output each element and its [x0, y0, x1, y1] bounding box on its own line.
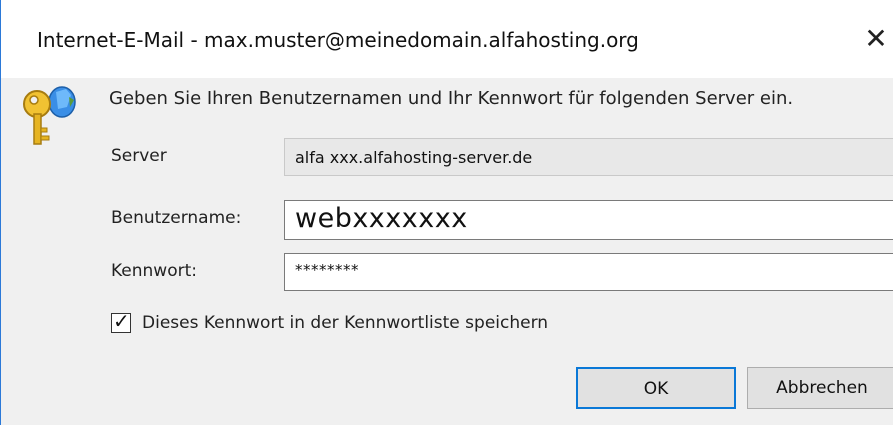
username-value: webxxxxxxx [295, 203, 468, 234]
password-field[interactable]: ******** [284, 253, 893, 291]
checkmark-icon: ✓ [113, 309, 130, 333]
server-value: alfa xxx.alfahosting-server.de [295, 148, 533, 167]
server-label: Server [111, 146, 167, 166]
remember-password-label[interactable]: Dieses Kennwort in der Kennwortliste spe… [142, 313, 548, 333]
key-icon [23, 86, 76, 145]
close-icon[interactable]: ✕ [856, 18, 893, 60]
credential-dialog: Internet-E-Mail - max.muster@meinedomain… [0, 0, 893, 425]
username-field[interactable]: webxxxxxxx [284, 200, 893, 240]
remember-password-checkbox[interactable]: ✓ [111, 309, 131, 333]
password-value: ******** [295, 261, 359, 279]
cancel-button[interactable]: Abbrechen [747, 367, 893, 409]
title-bar[interactable]: Internet-E-Mail - max.muster@meinedomain… [1, 0, 893, 78]
server-field: alfa xxx.alfahosting-server.de [284, 138, 893, 176]
prompt-text: Geben Sie Ihren Benutzernamen und Ihr Ke… [109, 88, 794, 109]
username-label: Benutzername: [111, 208, 242, 228]
ok-button[interactable]: OK [576, 367, 736, 409]
password-label: Kennwort: [111, 261, 197, 281]
window-title: Internet-E-Mail - max.muster@meinedomain… [37, 28, 639, 52]
